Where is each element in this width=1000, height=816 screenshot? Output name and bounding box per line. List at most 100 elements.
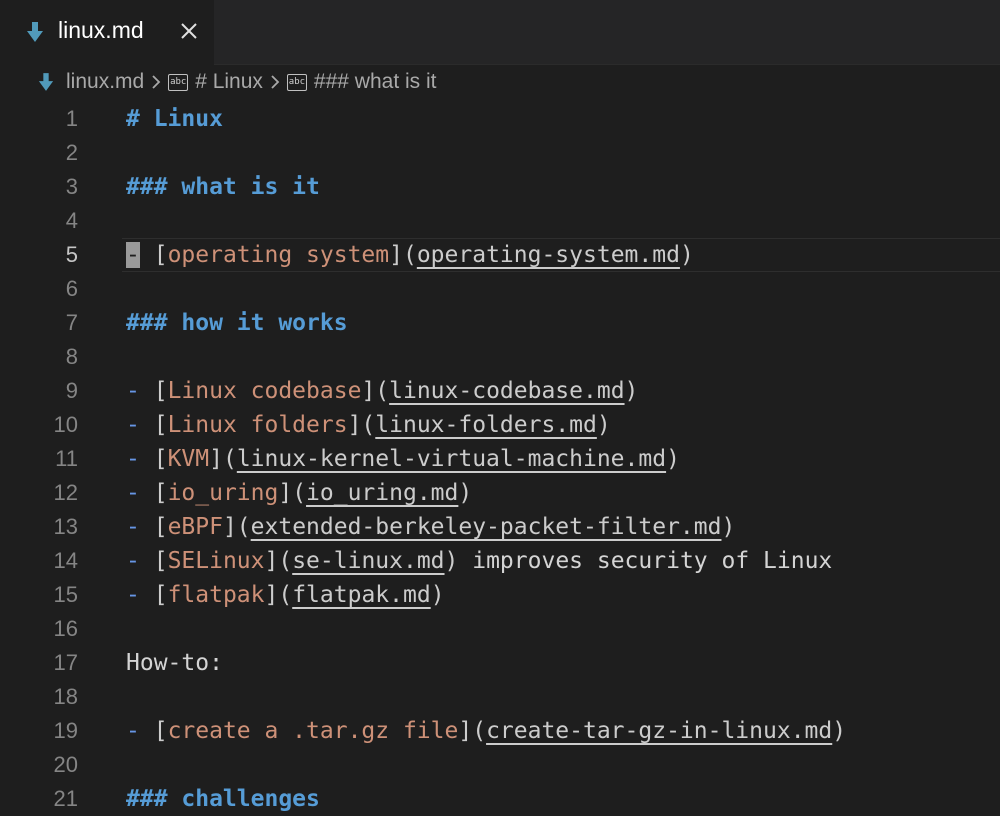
breadcrumb-heading-linux[interactable]: abc # Linux (168, 70, 263, 94)
close-icon[interactable] (176, 18, 202, 44)
paren-close: ) (430, 582, 445, 608)
line-number: 2 (65, 140, 78, 165)
editor-line[interactable]: 14 - [SELinux](se-linux.md) improves secu… (0, 544, 1000, 578)
link-url[interactable]: create-tar-gz-in-linux.md (486, 718, 832, 744)
paren-close: ) (458, 480, 473, 506)
line-content[interactable]: - [flatpak](flatpak.md) (126, 578, 445, 612)
bracket-close-paren-open: ]( (264, 582, 293, 608)
link-url[interactable]: se-linux.md (292, 548, 444, 574)
bracket-close-paren-open: ]( (222, 514, 251, 540)
bracket-close-paren-open: ]( (458, 718, 487, 744)
line-number: 12 (53, 480, 78, 505)
paren-close: ) (596, 412, 611, 438)
link-text: SELinux (167, 548, 265, 574)
link-url[interactable]: extended-berkeley-packet-filter.md (251, 514, 722, 540)
markdown-file-icon (38, 73, 54, 91)
chevron-right-icon (269, 74, 281, 90)
editor-line[interactable]: 18 (0, 680, 1000, 714)
editor-line[interactable]: 3 ### what is it (0, 170, 1000, 204)
link-url[interactable]: operating-system.md (417, 242, 680, 268)
line-content[interactable]: - [create a .tar.gz file](create-tar-gz-… (126, 714, 846, 748)
bracket-open: [ (139, 548, 168, 574)
editor[interactable]: 1 # Linux 2 3 ### what is it 4 5- [operating s… (0, 102, 1000, 812)
line-content[interactable]: - [KVM](linux-kernel-virtual-machine.md) (126, 442, 680, 476)
link-text: create a .tar.gz file (167, 718, 459, 744)
editor-line[interactable]: 10 - [Linux folders](linux-folders.md) (0, 408, 1000, 442)
line-content[interactable]: # Linux (126, 102, 223, 136)
line-content[interactable]: - [io_uring](io_uring.md) (126, 476, 472, 510)
line-number: 5 (65, 242, 78, 267)
list-bullet: - (126, 412, 140, 438)
line-content[interactable]: How-to: (126, 646, 223, 680)
line-number: 6 (65, 276, 78, 301)
tab-linux-md[interactable]: linux.md (0, 0, 214, 64)
line-number: 14 (53, 548, 78, 573)
editor-line[interactable]: 11 - [KVM](linux-kernel-virtual-machine.m… (0, 442, 1000, 476)
line-number: 3 (65, 174, 78, 199)
markdown-heading: ### challenges (126, 786, 320, 812)
editor-line[interactable]: 13 - [eBPF](extended-berkeley-packet-filt… (0, 510, 1000, 544)
link-url[interactable]: linux-kernel-virtual-machine.md (237, 446, 666, 472)
list-bullet: - (126, 378, 140, 404)
string-symbol-icon: abc (168, 73, 189, 91)
bracket-close-paren-open: ]( (264, 548, 293, 574)
line-content[interactable]: - [Linux folders](linux-folders.md) (126, 408, 611, 442)
bracket-close-paren-open: ]( (347, 412, 376, 438)
breadcrumb-file[interactable]: linux.md (38, 70, 144, 94)
list-bullet: - (126, 514, 140, 540)
bracket-open: [ (139, 242, 168, 268)
editor-line[interactable]: 7 ### how it works (0, 306, 1000, 340)
bracket-open: [ (139, 378, 168, 404)
paren-close: ) (679, 242, 694, 268)
paren-close: ) (624, 378, 639, 404)
bracket-open: [ (139, 412, 168, 438)
link-url[interactable]: linux-codebase.md (389, 378, 624, 404)
link-text: io_uring (167, 480, 279, 506)
line-number: 1 (65, 106, 78, 131)
link-text: Linux codebase (167, 378, 362, 404)
chevron-right-icon (150, 74, 162, 90)
line-content[interactable]: ### what is it (126, 170, 320, 204)
line-number: 7 (65, 310, 78, 335)
editor-line[interactable]: 8 (0, 340, 1000, 374)
line-number: 21 (53, 786, 78, 811)
editor-line[interactable]: 19 - [create a .tar.gz file](create-tar-g… (0, 714, 1000, 748)
editor-line[interactable]: 20 (0, 748, 1000, 782)
line-content[interactable]: ### how it works (126, 306, 348, 340)
line-number: 19 (53, 718, 78, 743)
editor-line[interactable]: 17 How-to: (0, 646, 1000, 680)
link-url[interactable]: flatpak.md (292, 582, 430, 608)
bracket-close-paren-open: ]( (209, 446, 237, 472)
list-bullet: - (126, 242, 140, 268)
editor-line[interactable]: 9 - [Linux codebase](linux-codebase.md) (0, 374, 1000, 408)
plain-text: How-to: (126, 650, 223, 676)
editor-line[interactable]: 2 (0, 136, 1000, 170)
editor-line[interactable]: 1 # Linux (0, 102, 1000, 136)
line-content[interactable]: - [SELinux](se-linux.md) improves securi… (126, 544, 832, 578)
line-content[interactable]: - [Linux codebase](linux-codebase.md) (126, 374, 638, 408)
line-content[interactable]: ### challenges (126, 782, 320, 816)
line-content[interactable]: - [eBPF](extended-berkeley-packet-filter… (126, 510, 735, 544)
link-text: operating system (167, 242, 390, 268)
editor-line[interactable]: 21 ### challenges (0, 782, 1000, 816)
line-number: 13 (53, 514, 78, 539)
line-number: 18 (53, 684, 78, 709)
bracket-open: [ (139, 446, 168, 472)
editor-line[interactable]: 15 - [flatpak](flatpak.md) (0, 578, 1000, 612)
editor-line[interactable]: 5 - [operating system](operating-system.m… (0, 238, 1000, 272)
link-text: Linux folders (167, 412, 348, 438)
breadcrumb-heading-what-is-it[interactable]: abc ### what is it (286, 70, 437, 94)
line-number: 11 (55, 446, 78, 471)
breadcrumb-file-label: linux.md (66, 70, 145, 93)
line-content[interactable]: - [operating system](operating-system.md… (126, 238, 694, 272)
editor-line[interactable]: 12 - [io_uring](io_uring.md) (0, 476, 1000, 510)
link-url[interactable]: io_uring.md (306, 480, 458, 506)
editor-line[interactable]: 4 (0, 204, 1000, 238)
list-bullet: - (126, 480, 140, 506)
editor-line[interactable]: 6 (0, 272, 1000, 306)
editor-line[interactable]: 16 (0, 612, 1000, 646)
link-url[interactable]: linux-folders.md (375, 412, 597, 438)
bracket-open: [ (139, 582, 168, 608)
paren-close: ) (721, 514, 736, 540)
markdown-heading: ### how it works (126, 310, 348, 336)
